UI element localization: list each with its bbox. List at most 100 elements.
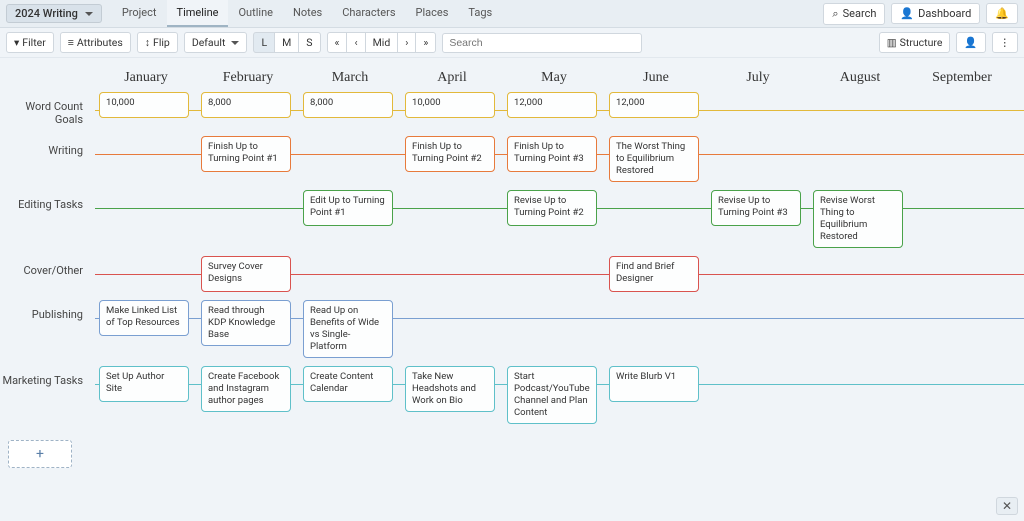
- timeline-row: Writing Finish Up to Turning Point #1 Fini…: [0, 130, 1024, 184]
- notifications-button[interactable]: 🔔: [986, 3, 1018, 24]
- user-icon: 👤: [900, 7, 914, 20]
- nav-mid-button[interactable]: Mid: [365, 32, 399, 53]
- search-icon: ⌕: [832, 7, 838, 21]
- close-icon: ✕: [1002, 499, 1012, 513]
- timeline-row: Word Count Goals10,0008,0008,00010,00012…: [0, 86, 1024, 130]
- months-header: JanuaryFebruaryMarchAprilMayJuneJulyAugu…: [0, 70, 1024, 86]
- timeline-card[interactable]: Start Podcast/YouTube Channel and Plan C…: [507, 366, 597, 424]
- kebab-icon: ⋮: [1000, 36, 1011, 49]
- timeline-row: Cover/Other Survey Cover Designs Find and …: [0, 250, 1024, 294]
- month-header: February: [197, 70, 299, 86]
- nav-next-button[interactable]: ›: [397, 32, 416, 53]
- timeline-card[interactable]: 12,000: [507, 92, 597, 118]
- tab-project[interactable]: Project: [112, 0, 167, 27]
- user-menu-button[interactable]: 👤: [956, 32, 985, 53]
- size-L-button[interactable]: L: [253, 32, 275, 53]
- attributes-button[interactable]: ≡ Attributes: [60, 32, 131, 53]
- timeline-card[interactable]: Read through KDP Knowledge Base: [201, 300, 291, 346]
- size-M-button[interactable]: M: [274, 32, 299, 53]
- top-bar: 2024 Writing ProjectTimelineOutlineNotes…: [0, 0, 1024, 28]
- nav-last-button[interactable]: »: [415, 32, 436, 53]
- more-menu-button[interactable]: ⋮: [992, 32, 1019, 53]
- tab-characters[interactable]: Characters: [332, 0, 405, 27]
- timeline-card[interactable]: 10,000: [405, 92, 495, 118]
- timeline-card[interactable]: Revise Up to Turning Point #2: [507, 190, 597, 226]
- size-group: L M S: [253, 32, 320, 53]
- row-label[interactable]: Cover/Other: [0, 254, 95, 277]
- list-icon: ≡: [68, 36, 74, 49]
- tab-outline[interactable]: Outline: [228, 0, 283, 27]
- timeline-body: JanuaryFebruaryMarchAprilMayJuneJulyAugu…: [0, 58, 1024, 468]
- flip-icon: ↕: [145, 36, 150, 49]
- tab-tags[interactable]: Tags: [458, 0, 502, 27]
- timeline-card[interactable]: Create Facebook and Instagram author pag…: [201, 366, 291, 412]
- month-header: June: [605, 70, 707, 86]
- project-dropdown[interactable]: 2024 Writing: [6, 4, 102, 23]
- timeline-card[interactable]: Make Linked List of Top Resources: [99, 300, 189, 336]
- timeline-card[interactable]: Write Blurb V1: [609, 366, 699, 402]
- flip-button[interactable]: ↕ Flip: [137, 32, 178, 53]
- timeline-card[interactable]: Find and Brief Designer: [609, 256, 699, 292]
- timeline-row: Editing Tasks Edit Up to Turning Point #1…: [0, 184, 1024, 250]
- timeline-row: PublishingMake Linked List of Top Resour…: [0, 294, 1024, 360]
- row-label[interactable]: Editing Tasks: [0, 188, 95, 211]
- timeline-card[interactable]: Survey Cover Designs: [201, 256, 291, 292]
- bell-icon: 🔔: [995, 7, 1009, 20]
- filter-icon: ▾: [14, 36, 19, 49]
- month-header: August: [809, 70, 911, 86]
- search-button[interactable]: ⌕ Search: [823, 3, 885, 25]
- timeline-card[interactable]: Revise Worst Thing to Equilibrium Restor…: [813, 190, 903, 248]
- timeline-card[interactable]: Revise Up to Turning Point #3: [711, 190, 801, 226]
- timeline-card[interactable]: Create Content Calendar: [303, 366, 393, 402]
- timeline-card[interactable]: Edit Up to Turning Point #1: [303, 190, 393, 226]
- dashboard-button[interactable]: 👤 Dashboard: [891, 3, 980, 24]
- nav-tabs: ProjectTimelineOutlineNotesCharactersPla…: [112, 0, 502, 27]
- row-label[interactable]: Marketing Tasks: [0, 364, 95, 387]
- tab-timeline[interactable]: Timeline: [167, 0, 229, 27]
- timeline-card[interactable]: 12,000: [609, 92, 699, 118]
- row-label[interactable]: Writing: [0, 134, 95, 157]
- nav-prev-button[interactable]: ‹: [346, 32, 365, 53]
- timeline-card[interactable]: Finish Up to Turning Point #1: [201, 136, 291, 172]
- structure-icon: ▥: [887, 36, 897, 49]
- tab-notes[interactable]: Notes: [283, 0, 332, 27]
- nav-group: « ‹ Mid › »: [327, 32, 437, 53]
- month-header: March: [299, 70, 401, 86]
- add-row-button[interactable]: +: [8, 440, 72, 468]
- timeline-card[interactable]: Take New Headshots and Work on Bio: [405, 366, 495, 412]
- row-label[interactable]: Publishing: [0, 298, 95, 321]
- filter-label: Filter: [22, 36, 45, 49]
- timeline-card[interactable]: 8,000: [201, 92, 291, 118]
- timeline-card[interactable]: Finish Up to Turning Point #3: [507, 136, 597, 172]
- tab-places[interactable]: Places: [406, 0, 459, 27]
- close-panel-button[interactable]: ✕: [996, 497, 1018, 515]
- toolbar: ▾ Filter ≡ Attributes ↕ Flip Default L M…: [0, 28, 1024, 58]
- size-S-button[interactable]: S: [298, 32, 320, 53]
- dashboard-button-label: Dashboard: [918, 7, 971, 20]
- timeline-card[interactable]: Set Up Author Site: [99, 366, 189, 402]
- nav-first-button[interactable]: «: [327, 32, 348, 53]
- timeline-card[interactable]: Read Up on Benefits of Wide vs Single-Pl…: [303, 300, 393, 358]
- timeline-row: Marketing TasksSet Up Author Site Create …: [0, 360, 1024, 426]
- flip-label: Flip: [153, 36, 170, 49]
- month-header: April: [401, 70, 503, 86]
- structure-button[interactable]: ▥ Structure: [879, 32, 951, 53]
- timeline-card[interactable]: 8,000: [303, 92, 393, 118]
- timeline-card[interactable]: The Worst Thing to Equilibrium Restored: [609, 136, 699, 182]
- row-label[interactable]: Word Count Goals: [0, 90, 95, 126]
- filter-button[interactable]: ▾ Filter: [6, 32, 54, 53]
- search-input[interactable]: [442, 33, 642, 53]
- project-name: 2024 Writing: [15, 7, 78, 20]
- attributes-label: Attributes: [77, 36, 123, 49]
- month-header: September: [911, 70, 1013, 86]
- layout-label: Default: [192, 36, 226, 49]
- person-icon: 👤: [964, 36, 977, 49]
- timeline-card[interactable]: 10,000: [99, 92, 189, 118]
- timeline-card[interactable]: Finish Up to Turning Point #2: [405, 136, 495, 172]
- search-button-label: Search: [843, 7, 877, 20]
- month-header: July: [707, 70, 809, 86]
- month-header: May: [503, 70, 605, 86]
- month-header: January: [95, 70, 197, 86]
- layout-dropdown[interactable]: Default: [184, 32, 248, 53]
- structure-label: Structure: [900, 36, 943, 49]
